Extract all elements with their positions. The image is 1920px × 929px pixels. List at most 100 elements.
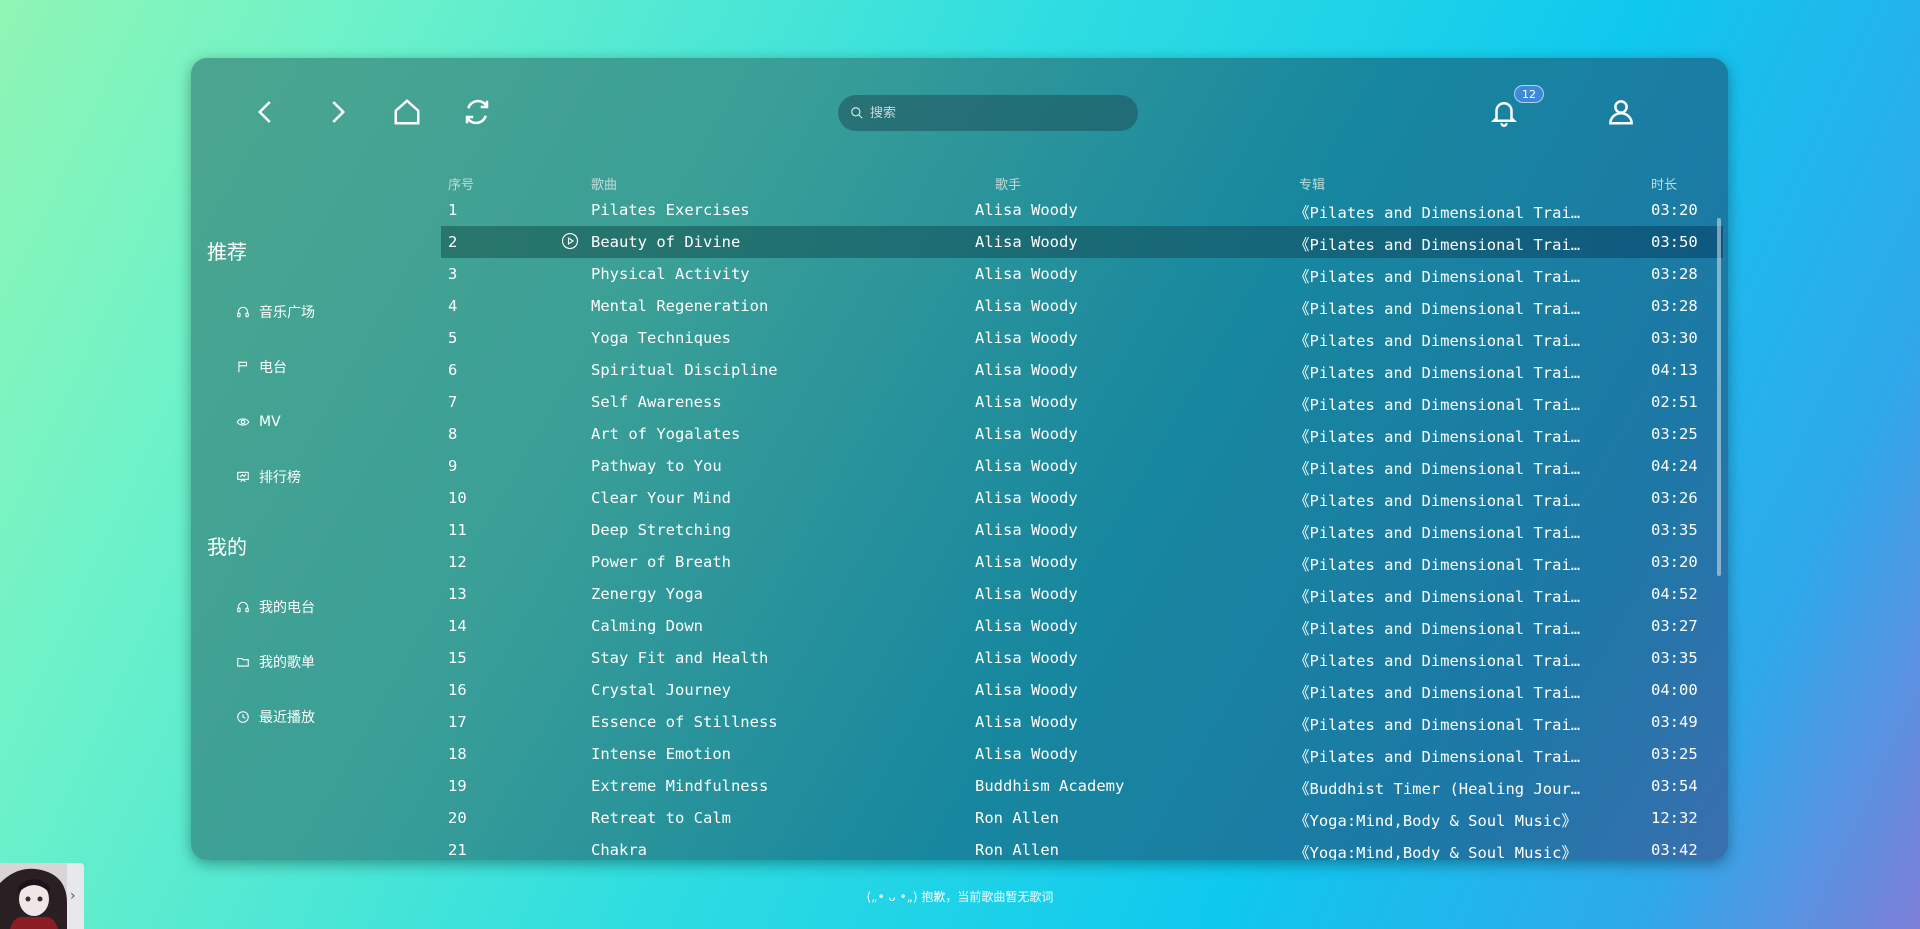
- song-artist[interactable]: Alisa Woody: [975, 393, 1265, 411]
- forward-button[interactable]: [317, 92, 357, 132]
- song-album[interactable]: 《Pilates and Dimensional Trai…: [1294, 585, 1589, 607]
- song-artist[interactable]: Alisa Woody: [975, 745, 1265, 763]
- song-album[interactable]: 《Pilates and Dimensional Trai…: [1294, 489, 1589, 511]
- song-artist[interactable]: Alisa Woody: [975, 361, 1265, 379]
- search-input[interactable]: [870, 105, 1120, 121]
- song-album[interactable]: 《Pilates and Dimensional Trai…: [1294, 457, 1589, 479]
- table-row[interactable]: 2 Beauty of Divine Alisa Woody 《Pilates and…: [441, 226, 1723, 258]
- table-row[interactable]: 11 Deep Stretching Alisa Woody 《Pilates and…: [441, 514, 1723, 546]
- song-title[interactable]: Yoga Techniques: [591, 329, 961, 347]
- song-title[interactable]: Extreme Mindfulness: [591, 777, 961, 795]
- song-album[interactable]: 《Pilates and Dimensional Trai…: [1294, 265, 1589, 287]
- song-artist[interactable]: Ron Allen: [975, 809, 1265, 827]
- song-album[interactable]: 《Pilates and Dimensional Trai…: [1294, 329, 1589, 351]
- expand-player-icon[interactable]: ›: [70, 888, 76, 904]
- song-album[interactable]: 《Pilates and Dimensional Trai…: [1294, 297, 1589, 319]
- song-artist[interactable]: Alisa Woody: [975, 585, 1265, 603]
- table-row[interactable]: 20 Retreat to Calm Ron Allen 《Yoga:Mind,Bod…: [441, 802, 1723, 834]
- song-title[interactable]: Art of Yogalates: [591, 425, 961, 443]
- song-album[interactable]: 《Pilates and Dimensional Trai…: [1294, 553, 1589, 575]
- song-title[interactable]: Spiritual Discipline: [591, 361, 961, 379]
- sidebar-item-mv[interactable]: MV: [236, 410, 281, 434]
- mini-player[interactable]: ›: [0, 863, 84, 929]
- song-album[interactable]: 《Yoga:Mind,Body & Soul Music》: [1294, 841, 1589, 860]
- song-artist[interactable]: Alisa Woody: [975, 489, 1265, 507]
- song-title[interactable]: Calming Down: [591, 617, 961, 635]
- sidebar-item-music-plaza[interactable]: 音乐广场: [236, 300, 315, 324]
- song-artist[interactable]: Ron Allen: [975, 841, 1265, 859]
- search-box[interactable]: [838, 95, 1138, 131]
- song-title[interactable]: Deep Stretching: [591, 521, 961, 539]
- sidebar-item-radio[interactable]: 电台: [236, 355, 287, 379]
- song-album[interactable]: 《Pilates and Dimensional Trai…: [1294, 521, 1589, 543]
- song-album[interactable]: 《Pilates and Dimensional Trai…: [1294, 649, 1589, 671]
- song-artist[interactable]: Alisa Woody: [975, 425, 1265, 443]
- play-circle-icon[interactable]: [561, 232, 581, 252]
- table-row[interactable]: 6 Spiritual Discipline Alisa Woody 《Pilates…: [441, 354, 1723, 386]
- song-title[interactable]: Power of Breath: [591, 553, 961, 571]
- song-artist[interactable]: Alisa Woody: [975, 681, 1265, 699]
- song-title[interactable]: Self Awareness: [591, 393, 961, 411]
- scrollbar-thumb[interactable]: [1717, 218, 1721, 576]
- table-row[interactable]: 17 Essence of Stillness Alisa Woody 《Pilate…: [441, 706, 1723, 738]
- song-title[interactable]: Chakra: [591, 841, 961, 859]
- sidebar-item-my-playlists[interactable]: 我的歌单: [236, 650, 315, 674]
- song-album[interactable]: 《Pilates and Dimensional Trai…: [1294, 713, 1589, 735]
- song-title[interactable]: Mental Regeneration: [591, 297, 961, 315]
- table-row[interactable]: 12 Power of Breath Alisa Woody 《Pilates and…: [441, 546, 1723, 578]
- song-title[interactable]: Zenergy Yoga: [591, 585, 961, 603]
- song-artist[interactable]: Alisa Woody: [975, 265, 1265, 283]
- song-artist[interactable]: Alisa Woody: [975, 297, 1265, 315]
- song-artist[interactable]: Alisa Woody: [975, 457, 1265, 475]
- song-title[interactable]: Retreat to Calm: [591, 809, 961, 827]
- song-artist[interactable]: Alisa Woody: [975, 201, 1265, 219]
- user-button[interactable]: [1601, 92, 1641, 132]
- song-album[interactable]: 《Yoga:Mind,Body & Soul Music》: [1294, 809, 1589, 831]
- table-row[interactable]: 4 Mental Regeneration Alisa Woody 《Pilates …: [441, 290, 1723, 322]
- song-title[interactable]: Intense Emotion: [591, 745, 961, 763]
- song-album[interactable]: 《Pilates and Dimensional Trai…: [1294, 425, 1589, 447]
- table-row[interactable]: 16 Crystal Journey Alisa Woody 《Pilates and…: [441, 674, 1723, 706]
- table-row[interactable]: 13 Zenergy Yoga Alisa Woody 《Pilates and Di…: [441, 578, 1723, 610]
- home-button[interactable]: [387, 92, 427, 132]
- song-artist[interactable]: Alisa Woody: [975, 617, 1265, 635]
- sidebar-item-charts[interactable]: 排行榜: [236, 465, 301, 489]
- table-row[interactable]: 9 Pathway to You Alisa Woody 《Pilates and D…: [441, 450, 1723, 482]
- song-album[interactable]: 《Pilates and Dimensional Trai…: [1294, 745, 1589, 767]
- song-title[interactable]: Pathway to You: [591, 457, 961, 475]
- table-row[interactable]: 7 Self Awareness Alisa Woody 《Pilates and D…: [441, 386, 1723, 418]
- song-album[interactable]: 《Pilates and Dimensional Trai…: [1294, 201, 1589, 223]
- table-row[interactable]: 5 Yoga Techniques Alisa Woody 《Pilates and …: [441, 322, 1723, 354]
- song-artist[interactable]: Alisa Woody: [975, 329, 1265, 347]
- sidebar-item-recent[interactable]: 最近播放: [236, 705, 315, 729]
- song-album[interactable]: 《Pilates and Dimensional Trai…: [1294, 393, 1589, 415]
- song-album[interactable]: 《Buddhist Timer (Healing Jour…: [1294, 777, 1589, 799]
- back-button[interactable]: [246, 92, 286, 132]
- song-album[interactable]: 《Pilates and Dimensional Trai…: [1294, 233, 1589, 255]
- table-row[interactable]: 10 Clear Your Mind Alisa Woody 《Pilates and…: [441, 482, 1723, 514]
- table-row[interactable]: 21 Chakra Ron Allen 《Yoga:Mind,Body & Soul …: [441, 834, 1723, 860]
- song-album[interactable]: 《Pilates and Dimensional Trai…: [1294, 681, 1589, 703]
- song-artist[interactable]: Alisa Woody: [975, 713, 1265, 731]
- song-album[interactable]: 《Pilates and Dimensional Trai…: [1294, 617, 1589, 639]
- song-title[interactable]: Stay Fit and Health: [591, 649, 961, 667]
- table-row[interactable]: 19 Extreme Mindfulness Buddhism Academy 《Bu…: [441, 770, 1723, 802]
- song-album[interactable]: 《Pilates and Dimensional Trai…: [1294, 361, 1589, 383]
- song-artist[interactable]: Buddhism Academy: [975, 777, 1265, 795]
- song-artist[interactable]: Alisa Woody: [975, 233, 1265, 251]
- song-title[interactable]: Beauty of Divine: [591, 233, 961, 251]
- table-row[interactable]: 18 Intense Emotion Alisa Woody 《Pilates and…: [441, 738, 1723, 770]
- song-artist[interactable]: Alisa Woody: [975, 553, 1265, 571]
- song-title[interactable]: Crystal Journey: [591, 681, 961, 699]
- song-artist[interactable]: Alisa Woody: [975, 521, 1265, 539]
- song-title[interactable]: Essence of Stillness: [591, 713, 961, 731]
- table-row[interactable]: 15 Stay Fit and Health Alisa Woody 《Pilates…: [441, 642, 1723, 674]
- table-row[interactable]: 3 Physical Activity Alisa Woody 《Pilates an…: [441, 258, 1723, 290]
- song-artist[interactable]: Alisa Woody: [975, 649, 1265, 667]
- table-row[interactable]: 14 Calming Down Alisa Woody 《Pilates and Di…: [441, 610, 1723, 642]
- album-cover[interactable]: [0, 863, 67, 929]
- song-title[interactable]: Clear Your Mind: [591, 489, 961, 507]
- sidebar-item-my-radio[interactable]: 我的电台: [236, 595, 315, 619]
- refresh-button[interactable]: [457, 92, 497, 132]
- table-row[interactable]: 1 Pilates Exercises Alisa Woody 《Pilates an…: [441, 194, 1723, 226]
